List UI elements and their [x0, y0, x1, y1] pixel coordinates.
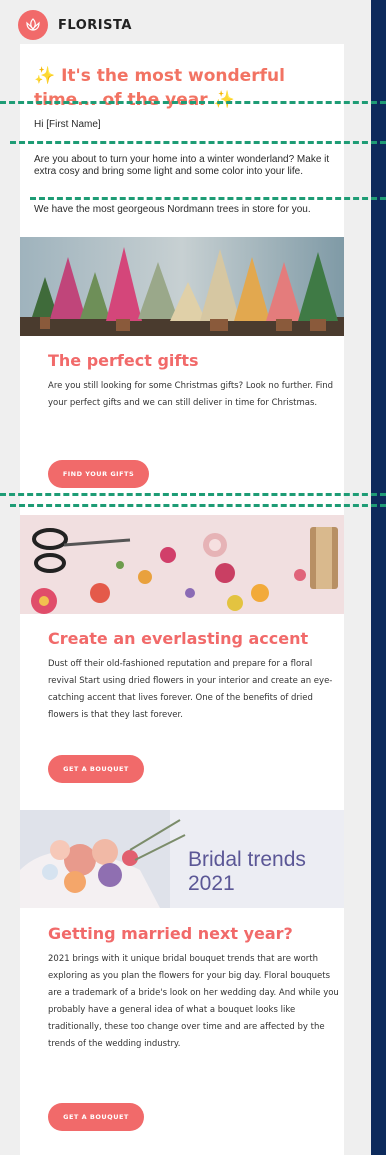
section-body-accent: Dust off their old-fashioned reputation … [48, 659, 333, 720]
get-bouquet-button-2[interactable]: GET A BOUQUET [48, 1103, 144, 1131]
get-bouquet-button[interactable]: GET A BOUQUET [48, 755, 144, 783]
intro-paragraph-2: We have the most georgeous Nordmann tree… [34, 204, 311, 215]
bridal-bouquet-image: Bridal trends 2021 [20, 810, 344, 908]
sparkle-icon: ✨ [34, 66, 56, 86]
email-header: FLORISTA [18, 10, 132, 40]
guide-line [0, 493, 386, 496]
flower-logo-icon [18, 10, 48, 40]
dried-flowers-image [20, 515, 344, 614]
greeting: Hi [First Name] [34, 119, 101, 130]
guide-line [30, 197, 386, 200]
find-gifts-button[interactable]: FIND YOUR GIFTS [48, 460, 149, 488]
bridal-caption: Bridal trends 2021 [188, 848, 306, 895]
brand-name: FLORISTA [58, 17, 132, 33]
scrollbar-panel [371, 0, 386, 1155]
section-body-gifts: Are you still looking for some Christmas… [48, 381, 334, 408]
guide-line [0, 101, 386, 104]
headline: ✨ It's the most wonderful time... of the… [34, 64, 334, 112]
sparkle-icon: ✨ [213, 90, 235, 110]
section-title-married: Getting married next year? [48, 924, 293, 943]
section-body-married: 2021 brings with it unique bridal bouque… [48, 954, 339, 1049]
section-title-gifts: The perfect gifts [48, 351, 199, 370]
christmas-trees-image [20, 237, 344, 336]
guide-line [10, 504, 386, 507]
intro-paragraph-1: Are you about to turn your home into a w… [34, 154, 330, 177]
guide-line [10, 141, 386, 144]
section-title-accent: Create an everlasting accent [48, 629, 309, 648]
email-card: ✨ It's the most wonderful time... of the… [20, 44, 344, 1155]
